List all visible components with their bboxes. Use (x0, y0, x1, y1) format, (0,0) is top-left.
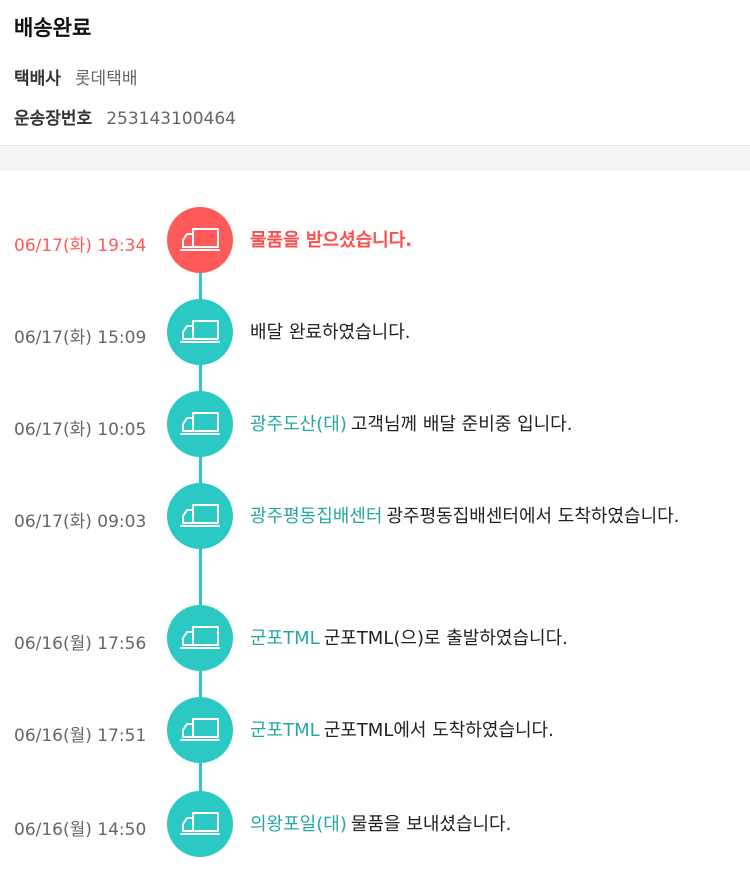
event-message: 배달 완료하였습니다. (250, 322, 411, 343)
tracking-number-row: 운송장번호 253143100464 (14, 104, 736, 129)
event-time: 06/17(화) 19:34 (14, 236, 147, 256)
tracking-header: 배송완료 택배사 롯데택배 운송장번호 253143100464 (0, 0, 750, 145)
event-time: 06/17(화) 10:05 (14, 420, 147, 440)
event-time: 06/16(월) 14:50 (14, 820, 147, 840)
truck-icon (180, 228, 220, 251)
event-time: 06/16(월) 17:56 (14, 634, 147, 654)
tracking-number-value: 253143100464 (106, 109, 236, 129)
event-text: 광주도산(대) 고객님께 배달 준비중 입니다. (250, 411, 735, 438)
event-location: 군포TML (250, 720, 320, 741)
event-message: 고객님께 배달 준비중 입니다. (350, 414, 573, 435)
event-icon-circle (167, 605, 233, 671)
event-icon-circle (167, 483, 233, 549)
carrier-value: 롯데택배 (74, 69, 138, 89)
event-text: 군포TML 군포TML(으)로 출발하였습니다. (250, 625, 735, 652)
truck-icon (180, 412, 220, 435)
tracking-timeline: 06/17(화) 19:34 물품을 받으셨습니다. 06/17(화) 15:0… (0, 171, 750, 879)
delivery-status-title: 배송완료 (14, 16, 92, 40)
event-location: 광주도산(대) (250, 414, 347, 435)
event-icon-circle (167, 391, 233, 457)
event-time: 06/17(화) 15:09 (14, 328, 147, 348)
carrier-row: 택배사 롯데택배 (14, 64, 736, 89)
carrier-label: 택배사 (14, 69, 61, 89)
truck-icon (180, 320, 220, 343)
event-text: 의왕포일(대) 물품을 보내셨습니다. (250, 811, 735, 838)
event-message: 광주평동집배센터에서 도착하였습니다. (386, 506, 680, 527)
event-icon-circle (167, 697, 233, 763)
tracking-number-label: 운송장번호 (14, 109, 93, 129)
event-text: 군포TML 군포TML에서 도착하였습니다. (250, 717, 735, 744)
event-time: 06/17(화) 09:03 (14, 512, 147, 532)
event-message: 군포TML에서 도착하였습니다. (323, 720, 554, 741)
truck-icon (180, 504, 220, 527)
event-location: 의왕포일(대) (250, 814, 347, 835)
event-icon-circle (167, 791, 233, 857)
event-icon-circle (167, 299, 233, 365)
event-location: 광주평동집배센터 (250, 506, 383, 527)
event-message: 물품을 보내셨습니다. (350, 814, 512, 835)
event-text: 배달 완료하였습니다. (250, 319, 735, 346)
event-location: 군포TML (250, 628, 320, 649)
event-message: 군포TML(으)로 출발하였습니다. (323, 628, 568, 649)
event-text: 물품을 받으셨습니다. (250, 227, 735, 254)
truck-icon (180, 812, 220, 835)
truck-icon (180, 718, 220, 741)
section-divider (0, 145, 750, 171)
event-text: 광주평동집배센터 광주평동집배센터에서 도착하였습니다. (250, 503, 735, 530)
event-icon-circle (167, 207, 233, 273)
event-message: 물품을 받으셨습니다. (250, 230, 413, 251)
event-time: 06/16(월) 17:51 (14, 726, 147, 746)
truck-icon (180, 626, 220, 649)
